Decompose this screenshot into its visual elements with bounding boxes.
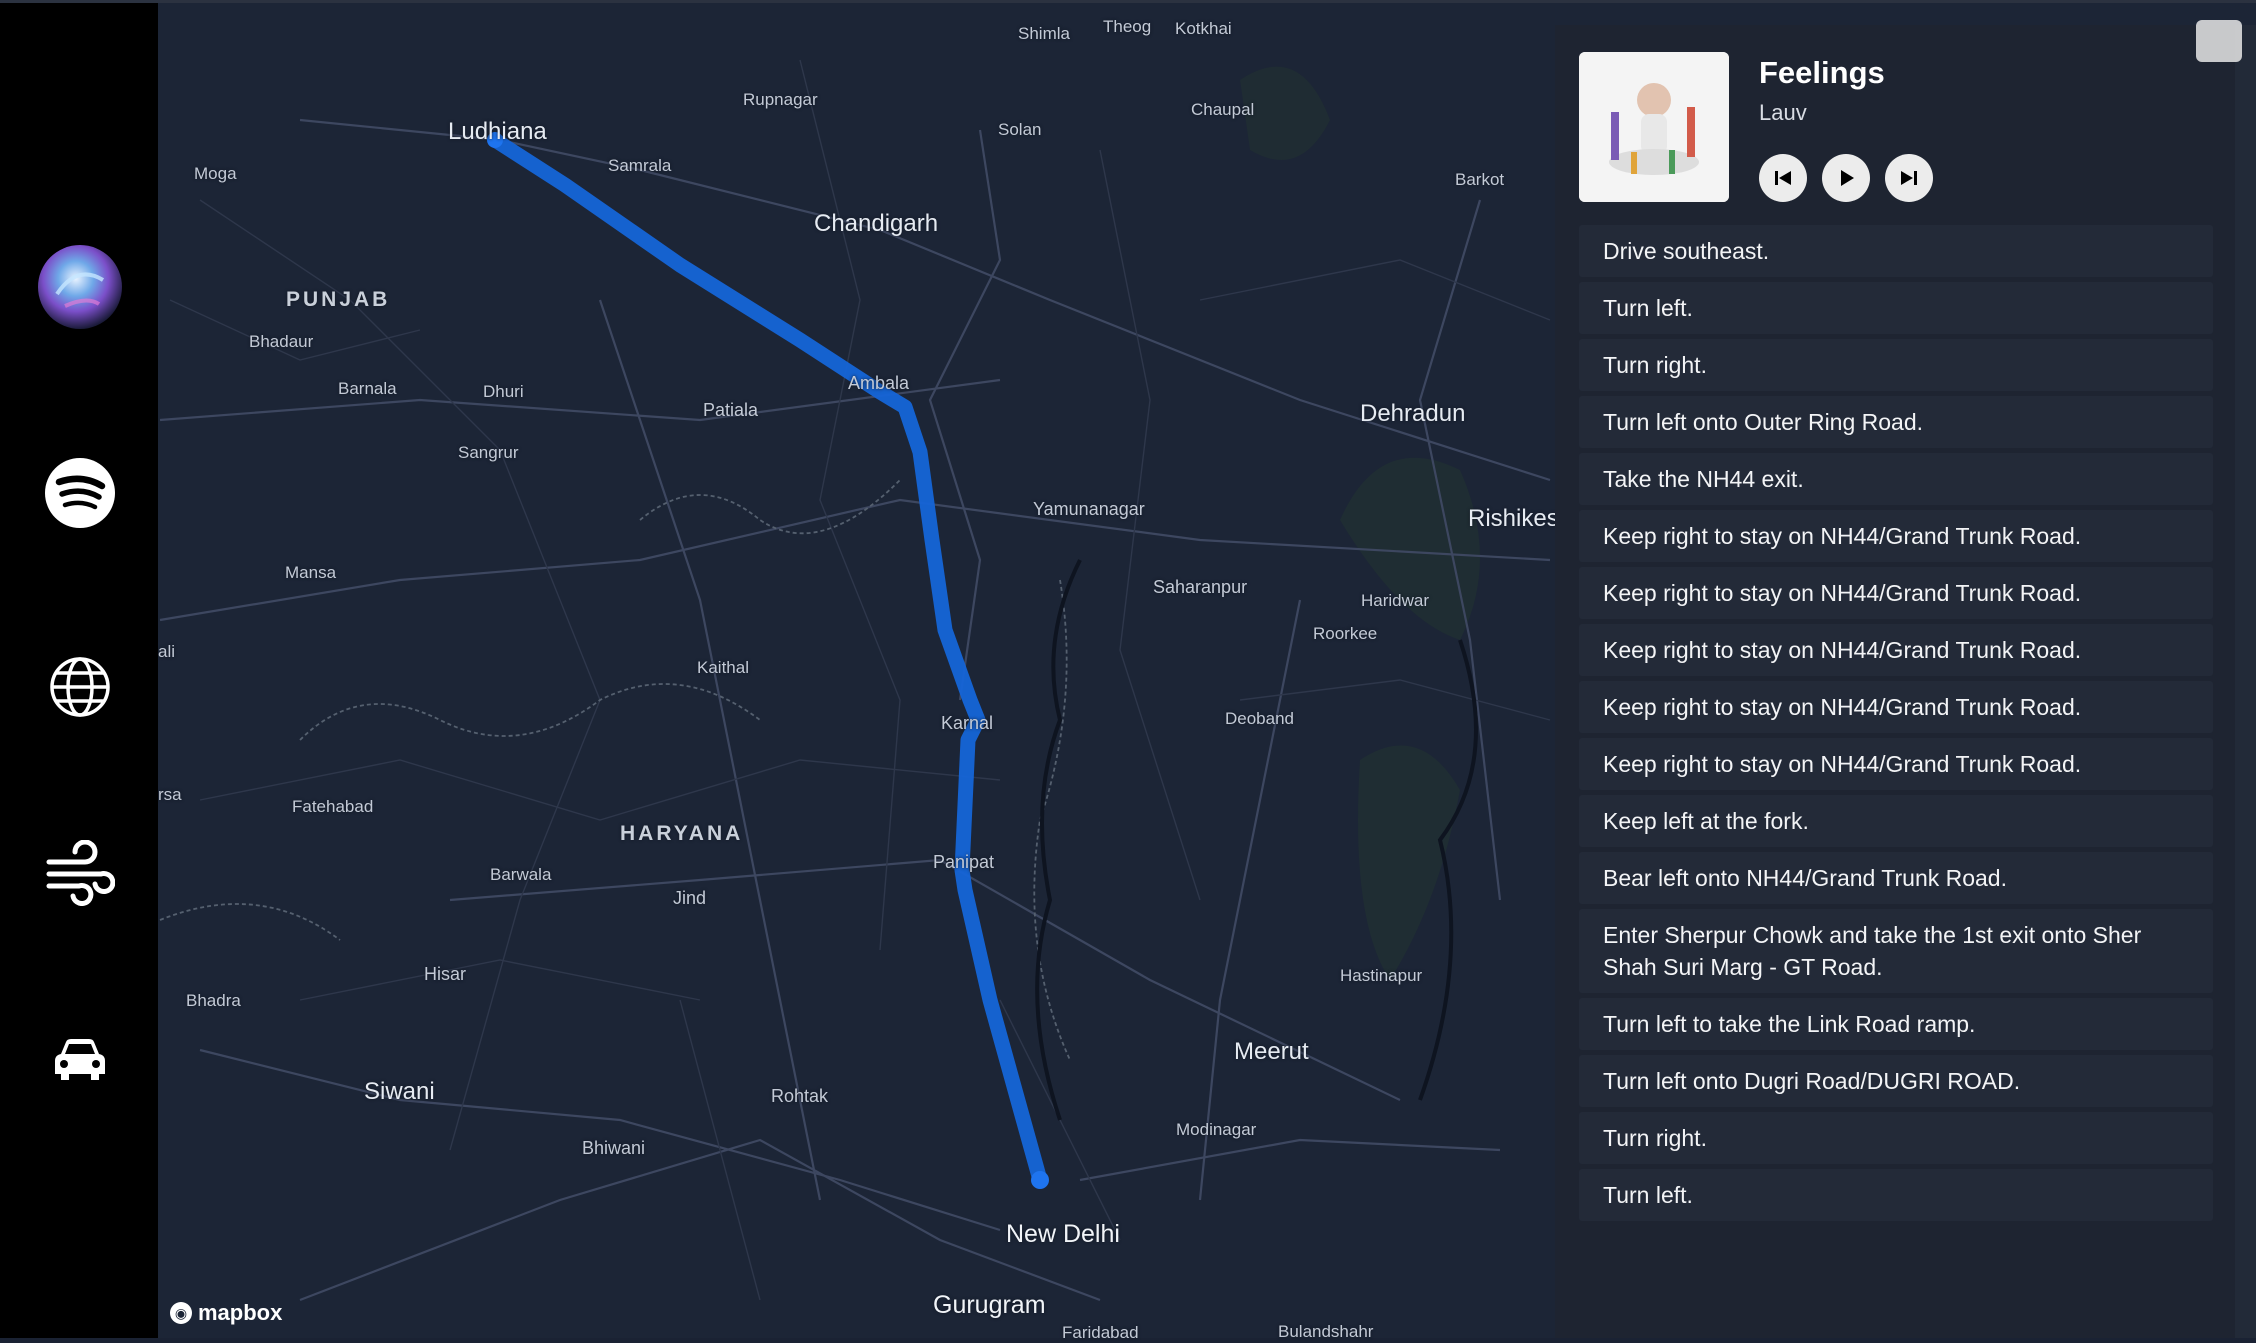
direction-step[interactable]: Turn right. [1579,1112,2213,1164]
globe-icon [50,657,110,717]
map-label: Rupnagar [743,90,818,109]
direction-step[interactable]: Turn left onto Dugri Road/DUGRI ROAD. [1579,1055,2213,1107]
car-icon [55,1039,105,1080]
direction-step[interactable]: Keep right to stay on NH44/Grand Trunk R… [1579,624,2213,676]
map-label: Yamunanagar [1033,499,1145,519]
spotify-button[interactable] [35,448,125,538]
map-label: Barnala [338,379,397,398]
map-label: Roorkee [1313,624,1378,643]
map-label: Haridwar [1361,591,1430,610]
map-label: Jind [673,888,707,908]
direction-step[interactable]: Turn left to take the Link Road ramp. [1579,998,2213,1050]
map-label: Fatehabad [292,797,374,816]
mapbox-attribution-text: mapbox [198,1300,283,1325]
map-label: Moga [194,164,237,183]
map-label: ali [158,642,176,661]
navigation-panel: Feelings Lauv Drive southeast. Turn left… [1555,25,2235,1338]
map-label: Chaupal [1191,100,1255,119]
map-label: Rohtak [771,1086,829,1106]
direction-step[interactable]: Keep right to stay on NH44/Grand Trunk R… [1579,510,2213,562]
map-label: Gurugram [933,1291,1046,1319]
map-label: Hastinapur [1340,966,1423,985]
window-top-bar [0,0,2256,3]
spotify-icon [45,458,115,528]
mapbox-logo-icon: ◉ [170,1302,192,1324]
map-label: Barwala [490,865,552,884]
direction-step[interactable]: Keep right to stay on NH44/Grand Trunk R… [1579,681,2213,733]
skip-next-icon [1901,171,1917,185]
mapbox-attribution[interactable]: ◉ mapbox [170,1300,282,1326]
play-button[interactable] [1822,154,1870,202]
map-label: Samrala [608,156,672,175]
track-artist: Lauv [1759,100,1807,125]
next-track-button[interactable] [1885,154,1933,202]
map-label: Chandigarh [814,210,939,237]
album-art-image [1579,52,1729,202]
direction-step[interactable]: Keep right to stay on NH44/Grand Trunk R… [1579,567,2213,619]
direction-step[interactable]: Enter Sherpur Chowk and take the 1st exi… [1579,909,2213,993]
assistant-button[interactable] [35,242,125,332]
map-label: Barkot [1455,170,1505,189]
track-title: Feelings [1759,55,1885,90]
album-art [1579,52,1729,202]
direction-step[interactable]: Turn left onto Outer Ring Road. [1579,396,2213,448]
map-label: Bhadra [186,991,241,1010]
direction-step[interactable]: Keep right to stay on NH44/Grand Trunk R… [1579,738,2213,790]
map-label: Patiala [703,400,759,420]
climate-button[interactable] [35,828,125,918]
route-destination-marker [1031,1171,1049,1189]
map-label: New Delhi [1006,1220,1120,1248]
map-label: Dehradun [1360,400,1466,427]
wind-icon [46,840,115,906]
car-button[interactable] [35,1015,125,1105]
map-label: Shimla [1018,24,1070,43]
map-label: Hisar [424,964,467,984]
map-label: PUNJAB [286,288,391,311]
map-label: Panipat [933,852,995,872]
map-label: HARYANA [620,822,744,845]
skip-previous-icon [1775,171,1791,185]
map-label: Theog [1103,17,1152,36]
map-label: Deoband [1225,709,1295,728]
direction-step[interactable]: Take the NH44 exit. [1579,453,2213,505]
app-sidebar [0,0,158,1338]
previous-track-button[interactable] [1759,154,1807,202]
map-label: Rishikes [1468,505,1559,532]
play-icon [1841,170,1854,186]
map-label: Dhuri [483,382,524,401]
map-label: Ludhiana [448,118,547,145]
map-label: Bhiwani [582,1138,646,1158]
map-label: Solan [998,120,1042,139]
map-label: Faridabad [1062,1323,1139,1342]
map-label: Mansa [285,563,337,582]
direction-step[interactable]: Turn right. [1579,339,2213,391]
map-label: Bulandshahr [1278,1322,1374,1341]
map-label: Kotkhai [1175,19,1232,38]
direction-step[interactable]: Turn left. [1579,1169,2213,1221]
map-label: Kaithal [697,658,749,677]
direction-step[interactable]: Keep left at the fork. [1579,795,2213,847]
direction-step[interactable]: Turn left. [1579,282,2213,334]
map-label: Siwani [364,1078,435,1105]
map-label: Modinagar [1176,1120,1257,1139]
siri-orb-icon [38,245,122,329]
panel-edge [2232,25,2256,1338]
map-label: Meerut [1234,1038,1309,1065]
direction-step[interactable]: Drive southeast. [1579,225,2213,277]
direction-step[interactable]: Bear left onto NH44/Grand Trunk Road. [1579,852,2213,904]
directions-list: Drive southeast. Turn left. Turn right. … [1579,225,2213,1226]
map-label: Bhadaur [249,332,314,351]
map-label: Saharanpur [1153,577,1248,597]
map-label: Sangrur [458,443,519,462]
map-label: Karnal [941,713,994,733]
window-corner-button[interactable] [2196,20,2242,62]
map-label: rsa [158,785,182,804]
map-label: Ambala [848,373,910,393]
browser-button[interactable] [35,642,125,732]
